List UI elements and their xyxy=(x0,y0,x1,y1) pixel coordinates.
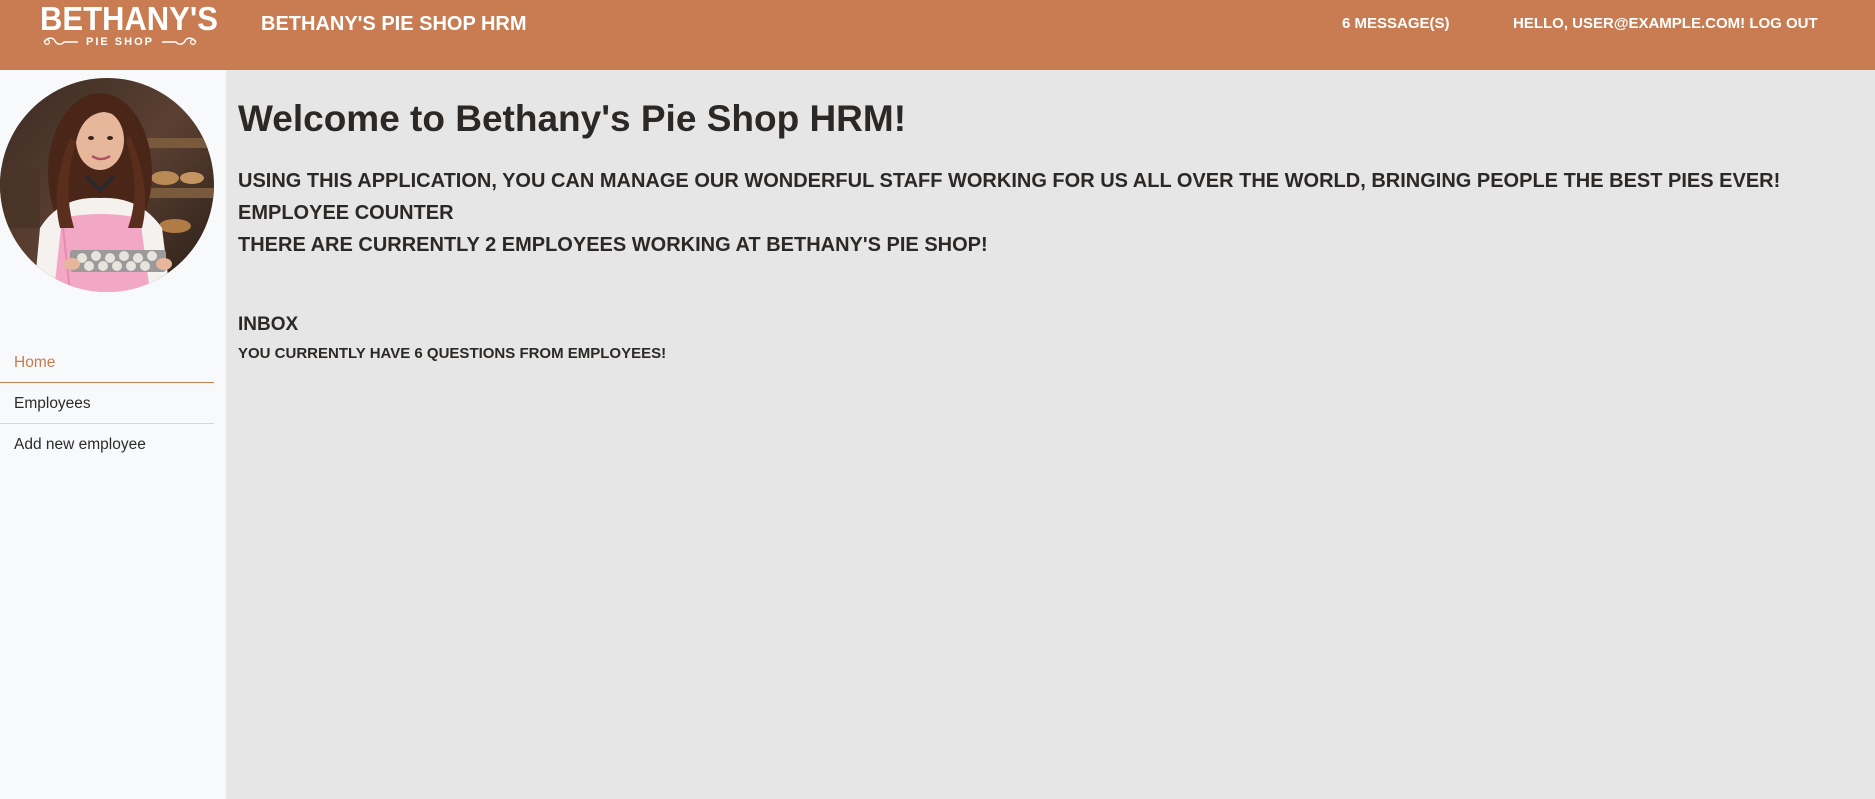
inbox-text: YOU CURRENTLY HAVE 6 QUESTIONS FROM EMPL… xyxy=(238,345,667,362)
logo-subtext: PIE SHOP xyxy=(86,36,154,48)
employee-counter-heading: EMPLOYEE COUNTER xyxy=(238,202,454,224)
logout-link[interactable]: LOG OUT xyxy=(1749,15,1817,32)
logo-subline: PIE SHOP xyxy=(40,36,200,48)
user-avatar xyxy=(0,78,214,292)
sidebar: Home Employees Add new employee xyxy=(0,70,226,799)
inbox-heading: INBOX xyxy=(238,314,299,335)
page-title: Welcome to Bethany's Pie Shop HRM! xyxy=(238,98,907,139)
top-navbar: BETHANY'S PIE SHOP BETHANY'S PIE SHOP HR… xyxy=(0,0,1875,70)
sidebar-item-label[interactable]: Home xyxy=(14,353,55,373)
app-title: BETHANY'S PIE SHOP HRM xyxy=(261,13,527,35)
employee-counter-text: THERE ARE CURRENTLY 2 EMPLOYEES WORKING … xyxy=(238,234,988,256)
flourish-right-icon xyxy=(161,37,197,46)
sidebar-item-employees[interactable]: Employees xyxy=(0,383,214,424)
logo-wordmark: BETHANY'S xyxy=(40,0,218,38)
intro-text: USING THIS APPLICATION, YOU CAN MANAGE O… xyxy=(238,170,1781,192)
main-content: Welcome to Bethany's Pie Shop HRM! USING… xyxy=(226,70,1875,799)
user-greeting: HELLO, USER@EXAMPLE.COM! xyxy=(1513,15,1746,32)
sidebar-item-label[interactable]: Employees xyxy=(14,394,91,414)
messages-link[interactable]: 6 MESSAGE(S) xyxy=(1342,14,1450,34)
avatar-photo-icon xyxy=(0,78,214,292)
flourish-left-icon xyxy=(43,37,79,46)
sidebar-item-add-new-employee[interactable]: Add new employee xyxy=(0,424,214,464)
sidebar-nav: Home Employees Add new employee xyxy=(0,342,214,464)
brand-logo[interactable]: BETHANY'S PIE SHOP xyxy=(40,0,218,58)
sidebar-item-home[interactable]: Home xyxy=(0,342,214,383)
user-area: HELLO, USER@EXAMPLE.COM! LOG OUT xyxy=(1513,14,1818,34)
sidebar-item-label[interactable]: Add new employee xyxy=(14,435,146,455)
